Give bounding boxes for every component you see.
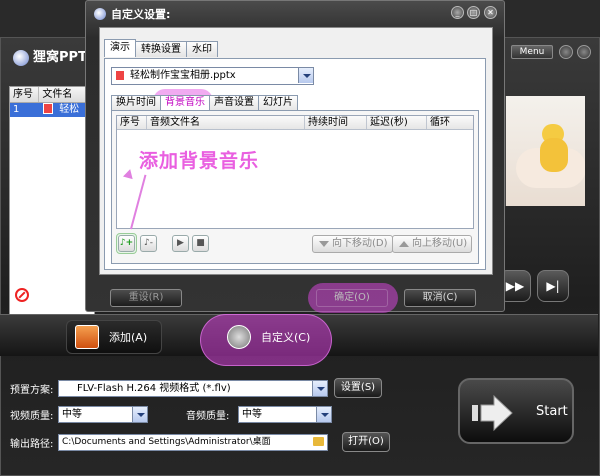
tab-sound-settings[interactable]: 声音设置: [209, 95, 259, 110]
cancel-button[interactable]: 取消(C): [404, 289, 476, 307]
column-delay[interactable]: 延迟(秒): [367, 116, 427, 129]
audio-quality-select[interactable]: 中等: [238, 406, 332, 423]
reset-button[interactable]: 重设(R): [110, 289, 182, 307]
close-icon[interactable]: ✕: [484, 6, 497, 19]
column-index[interactable]: 序号: [10, 87, 40, 102]
menu-button[interactable]: Menu: [511, 45, 553, 59]
dialog-panel: 演示 转换设置 水印 轻松制作宝宝相册.pptx 换片时间 背景音乐 声音设置 …: [99, 27, 493, 275]
column-index[interactable]: 序号: [117, 116, 147, 129]
preset-row: 预置方案: FLV-Flash H.264 视频格式 (*.flv) 设置(S): [10, 378, 382, 398]
preview-toy: [540, 138, 568, 172]
chevron-down-icon[interactable]: [298, 68, 313, 83]
preset-select[interactable]: FLV-Flash H.264 视频格式 (*.flv): [58, 379, 328, 397]
maximize-icon[interactable]: □: [467, 6, 480, 19]
minimize-icon[interactable]: _: [451, 6, 464, 19]
file-list[interactable]: 序号 文件名 1 轻松: [9, 86, 95, 320]
pptx-file-icon: [43, 103, 53, 114]
tab-transition-time[interactable]: 换片时间: [111, 95, 161, 110]
tab-background-music[interactable]: 背景音乐: [160, 95, 210, 110]
chevron-down-icon[interactable]: [312, 380, 327, 396]
add-button[interactable]: 添加(A): [66, 320, 162, 354]
arrow-up-icon: [399, 241, 409, 247]
chevron-down-icon[interactable]: [316, 407, 331, 422]
minimize-icon[interactable]: [559, 45, 573, 59]
ok-button[interactable]: 确定(O): [316, 289, 388, 307]
preview-image: [505, 96, 585, 206]
next-button[interactable]: ▶|: [537, 270, 569, 302]
list-item[interactable]: 1 轻松: [10, 103, 94, 117]
video-quality-label: 视频质量:: [10, 411, 54, 422]
output-path-field[interactable]: C:\Documents and Settings\Administrator\…: [58, 433, 328, 451]
music-table[interactable]: 序号 音频文件名 持续时间 延迟(秒) 循环 添加背景音乐: [116, 115, 474, 229]
stop-button[interactable]: ■: [192, 235, 209, 252]
add-file-icon: [75, 325, 99, 349]
tools-icon: [227, 325, 251, 349]
folder-icon[interactable]: [313, 436, 324, 446]
output-settings: 预置方案: FLV-Flash H.264 视频格式 (*.flv) 设置(S)…: [0, 372, 600, 476]
audio-quality-label: 音频质量:: [186, 411, 230, 422]
app-logo-icon: [94, 8, 106, 20]
video-quality-select[interactable]: 中等: [58, 406, 148, 423]
remove-button[interactable]: 移除(: [15, 287, 65, 303]
custom-settings-dialog: 自定义设置: _ □ ✕ 演示 转换设置 水印 轻松制作宝宝相册.pptx 换片…: [85, 0, 505, 313]
move-down-button[interactable]: 向下移动(D): [312, 235, 393, 253]
settings-button[interactable]: 设置(S): [334, 378, 382, 398]
open-button[interactable]: 打开(O): [342, 432, 390, 452]
row-index: 1: [13, 104, 20, 115]
preset-label: 预置方案:: [10, 384, 54, 396]
chevron-down-icon[interactable]: [132, 407, 147, 422]
add-music-button[interactable]: ♪+: [118, 235, 135, 252]
column-duration[interactable]: 持续时间: [305, 116, 367, 129]
main-tabs: 演示 转换设置 水印: [104, 39, 218, 57]
add-music-hint: 添加背景音乐: [139, 150, 260, 172]
arrow-down-icon: [319, 241, 329, 247]
dialog-title: 自定义设置:: [94, 6, 170, 22]
move-up-button[interactable]: 向上移动(U): [392, 235, 473, 253]
column-audio-file[interactable]: 音频文件名: [147, 116, 305, 129]
tab-conversion-settings[interactable]: 转换设置: [135, 41, 187, 57]
tab-presentation[interactable]: 演示: [104, 39, 136, 57]
remove-label: 移除(: [39, 289, 66, 302]
app-logo-icon: [13, 49, 29, 66]
output-row: 输出路径: C:\Documents and Settings\Administ…: [10, 432, 390, 452]
quality-row: 视频质量: 中等 音频质量: 中等: [10, 406, 332, 423]
sub-tabs: 换片时间 背景音乐 声音设置 幻灯片: [111, 95, 298, 110]
remove-icon: [15, 288, 29, 302]
background-music-pane: 序号 音频文件名 持续时间 延迟(秒) 循环 添加背景音乐 ♪+ ♪- ▶ ■: [111, 110, 479, 264]
pptx-file-icon: [115, 70, 125, 81]
start-label: Start: [536, 404, 568, 419]
start-button[interactable]: Start: [458, 378, 574, 444]
row-filename: 轻松: [40, 103, 79, 117]
play-button[interactable]: ▶: [172, 235, 189, 252]
custom-settings-button[interactable]: 自定义(C): [218, 320, 314, 354]
tab-watermark[interactable]: 水印: [186, 41, 218, 57]
file-list-header: 序号 文件名: [10, 87, 94, 103]
presentation-tab-page: 轻松制作宝宝相册.pptx 换片时间 背景音乐 声音设置 幻灯片 序号 音频文件…: [104, 58, 486, 270]
output-label: 输出路径:: [10, 438, 54, 450]
pptx-file-select[interactable]: 轻松制作宝宝相册.pptx: [111, 67, 314, 85]
column-loop[interactable]: 循环: [427, 116, 471, 129]
remove-music-button[interactable]: ♪-: [140, 235, 157, 252]
start-arrow-icon: [472, 394, 513, 432]
playback-controls: ▶▶ ▶|: [499, 270, 569, 302]
music-table-header: 序号 音频文件名 持续时间 延迟(秒) 循环: [117, 116, 473, 130]
tab-slides[interactable]: 幻灯片: [258, 95, 298, 110]
close-icon[interactable]: [577, 45, 591, 59]
